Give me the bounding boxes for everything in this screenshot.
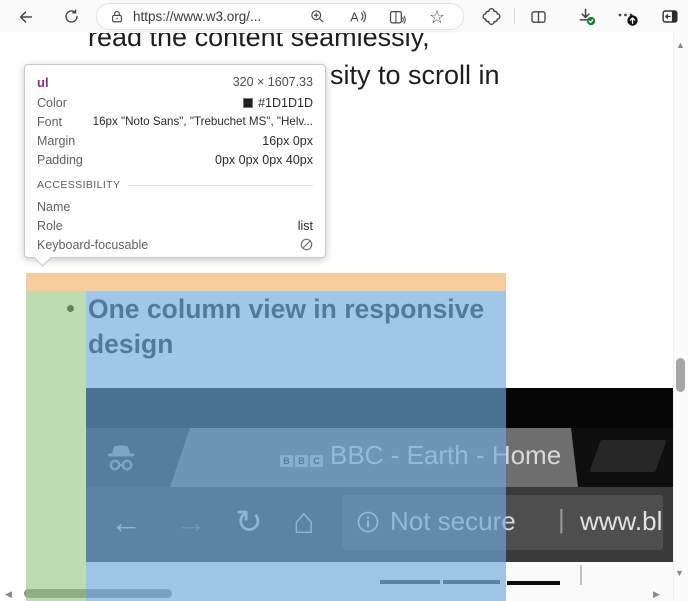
inspect-margin-overlay (26, 273, 506, 291)
inspect-tooltip: ul 320 × 1607.33 Color #1D1D1D Font 16px… (24, 64, 326, 258)
split-screen-icon (529, 8, 548, 26)
read-aloud-button[interactable]: A (343, 0, 371, 33)
page-text-line2: sity to scroll in (330, 60, 500, 91)
horizontal-scrollbar-thumb[interactable] (24, 589, 172, 598)
extensions-button[interactable] (478, 0, 504, 33)
refresh-icon (63, 8, 80, 25)
scroll-left-icon[interactable]: ◀ (5, 589, 12, 600)
mobile-home-icon: ⌂ (293, 500, 315, 542)
zoom-in-icon (309, 8, 326, 25)
list-item-heading: One column view in responsive design (88, 292, 490, 362)
screenshot-statusbar (86, 388, 673, 428)
zoom-page-button[interactable] (303, 0, 331, 33)
accessibility-header-line (128, 185, 313, 186)
a11y-focusable-label: Keyboard-focusable (37, 238, 148, 252)
vertical-scrollbar-thumb[interactable] (676, 358, 685, 392)
bbc-logo-b1: B (280, 455, 293, 467)
browser-toolbar: https://www.w3.org/... A ☆ (0, 0, 688, 33)
font-value: 16px "Noto Sans", "Trebuchet MS", "Helv.… (93, 115, 313, 128)
address-url[interactable]: https://www.w3.org/... (133, 9, 261, 24)
downloads-icon (576, 6, 597, 27)
extensions-icon (482, 7, 501, 26)
padding-label: Padding (37, 153, 83, 167)
immersive-reader-button[interactable] (383, 0, 411, 33)
incognito-icon (102, 440, 140, 474)
toolbar-divider (514, 8, 515, 24)
font-label: Font (37, 115, 62, 129)
margin-label: Margin (37, 134, 75, 148)
scroll-down-icon[interactable]: ▼ (675, 568, 684, 578)
sidebar-icon (660, 7, 680, 26)
mobile-url-bar: Not secure | www.bl (342, 495, 663, 550)
mobile-refresh-icon: ↻ (235, 502, 263, 541)
a11y-role-value: list (298, 219, 313, 233)
padding-value: 0px 0px 0px 40px (215, 153, 313, 167)
favorites-button[interactable]: ☆ (423, 0, 451, 33)
bbc-logo-b2: B (295, 455, 308, 467)
downloads-button[interactable] (572, 0, 600, 33)
mobile-back-icon: ← (110, 504, 142, 541)
inspect-padding-overlay (26, 291, 86, 601)
immersive-reader-icon (388, 8, 406, 26)
text-line-placeholder (443, 580, 500, 584)
element-dimensions: 320 × 1607.33 (233, 75, 313, 89)
a11y-role-label: Role (37, 219, 63, 233)
not-allowed-icon (300, 238, 313, 251)
back-button[interactable] (13, 0, 39, 33)
margin-value: 16px 0px (262, 134, 313, 148)
url-divider: | (558, 504, 565, 535)
content-divider-line (580, 565, 582, 585)
color-label: Color (37, 96, 67, 110)
embedded-screenshot: BBC BBC - Earth - Home ✕ ← → ↻ ⌂ Not sec… (86, 388, 673, 601)
background-tab (589, 440, 667, 472)
element-tag: ul (37, 75, 49, 90)
screenshot-tabstrip: BBC BBC - Earth - Home ✕ (86, 428, 673, 487)
star-icon: ☆ (429, 8, 445, 26)
vertical-scrollbar[interactable] (673, 33, 688, 601)
color-value: #1D1D1D (243, 96, 313, 110)
mobile-url-text: www.bl (580, 506, 662, 537)
color-swatch (243, 98, 253, 108)
settings-more-button[interactable] (613, 0, 643, 33)
address-bar[interactable]: https://www.w3.org/... A ☆ (96, 3, 464, 30)
more-dots-icon (615, 5, 641, 29)
scroll-up-icon[interactable]: ▲ (676, 40, 685, 50)
refresh-button[interactable] (58, 0, 84, 33)
bbc-logo-c: C (310, 455, 323, 467)
back-icon (17, 8, 35, 26)
scroll-right-icon[interactable]: ▶ (653, 589, 660, 600)
read-aloud-icon: A (348, 8, 367, 26)
a11y-name-label: Name (37, 200, 70, 214)
text-line-placeholder (380, 580, 440, 584)
info-icon (356, 510, 380, 534)
lock-icon (110, 9, 124, 24)
not-secure-label: Not secure (390, 506, 516, 537)
mobile-forward-icon: → (175, 504, 207, 541)
accessibility-header: ACCESSIBILITY (37, 179, 120, 191)
bbc-logo: BBC (280, 451, 325, 469)
screenshot-toolbar: ← → ↻ ⌂ Not secure | www.bl (86, 487, 673, 562)
tab-title: BBC - Earth - Home (330, 440, 561, 471)
list-bullet (67, 305, 74, 312)
svg-text:A: A (350, 10, 359, 24)
split-screen-button[interactable] (524, 0, 552, 33)
active-tab: BBC BBC - Earth - Home ✕ (170, 428, 578, 487)
sidebar-toggle-button[interactable] (656, 0, 684, 33)
